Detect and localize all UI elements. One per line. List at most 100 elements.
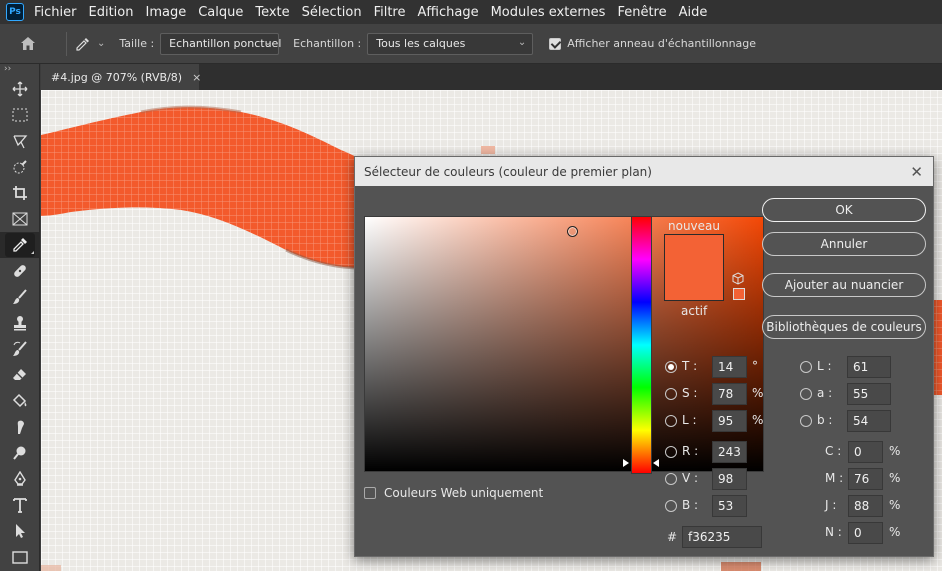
menu-filtre[interactable]: Filtre xyxy=(374,5,406,20)
lab-b-field[interactable]: 54 xyxy=(847,410,891,432)
smudge-tool[interactable] xyxy=(0,414,40,440)
dodge-icon xyxy=(13,446,26,460)
blue-field[interactable]: 53 xyxy=(712,495,747,517)
ok-button[interactable]: OK xyxy=(762,198,926,222)
menu-fichier[interactable]: Fichier xyxy=(34,5,77,20)
lab-l-field[interactable]: 61 xyxy=(847,356,891,378)
web-safe-swatch[interactable] xyxy=(733,288,745,300)
home-icon[interactable] xyxy=(18,34,38,54)
hue-slider-handle-right[interactable] xyxy=(653,459,659,467)
paint-bucket-icon xyxy=(12,393,27,408)
photoshop-logo: Ps xyxy=(6,3,24,21)
lab-a-radio[interactable] xyxy=(800,388,812,400)
sample-size-select[interactable]: Echantillon ponctuel ⌄ xyxy=(160,32,281,55)
crop-icon xyxy=(13,186,27,200)
saturation-radio[interactable] xyxy=(665,388,677,400)
move-tool[interactable] xyxy=(0,76,40,102)
stamp-tool[interactable] xyxy=(0,310,40,336)
brightness-unit: % xyxy=(752,413,764,427)
path-select-tool[interactable] xyxy=(0,518,40,544)
menu-texte[interactable]: Texte xyxy=(255,5,289,20)
smudge-icon xyxy=(17,420,24,434)
brush-icon xyxy=(13,289,27,304)
eyedropper-tool[interactable] xyxy=(0,232,40,258)
cyan-field[interactable]: 0 xyxy=(848,441,883,463)
menu-edition[interactable]: Edition xyxy=(89,5,134,20)
brush-tool[interactable] xyxy=(0,284,40,310)
magenta-field[interactable]: 76 xyxy=(848,468,883,490)
eyedropper-preset-icon[interactable]: ⌄ xyxy=(75,36,105,52)
menu-aide[interactable]: Aide xyxy=(679,5,708,20)
menu-calque[interactable]: Calque xyxy=(198,5,243,20)
rectangle-icon xyxy=(12,551,28,564)
cancel-button[interactable]: Annuler xyxy=(762,232,926,256)
dialog-title: Sélecteur de couleurs (couleur de premie… xyxy=(364,164,652,179)
pen-tool[interactable] xyxy=(0,466,40,492)
close-tab-icon[interactable]: × xyxy=(192,71,201,84)
web-colors-only[interactable]: Couleurs Web uniquement xyxy=(364,486,543,500)
move-icon xyxy=(12,81,28,97)
healing-tool[interactable] xyxy=(0,258,40,284)
lab-a-label: a : xyxy=(817,386,833,400)
lab-l-radio[interactable] xyxy=(800,361,812,373)
rectangle-tool[interactable] xyxy=(0,544,40,570)
web-safe-cube-icon[interactable] xyxy=(732,272,744,285)
tools-panel: ›› xyxy=(0,64,40,571)
menu-affichage[interactable]: Affichage xyxy=(418,5,479,20)
color-libraries-button[interactable]: Bibliothèques de couleurs xyxy=(762,315,926,339)
brightness-radio[interactable] xyxy=(665,415,677,427)
paint-bucket-tool[interactable] xyxy=(0,388,40,414)
chevron-down-icon: ⌄ xyxy=(517,36,527,48)
hue-slider[interactable] xyxy=(631,216,652,474)
dodge-tool[interactable] xyxy=(0,440,40,466)
green-radio[interactable] xyxy=(665,473,677,485)
document-tab[interactable]: #4.jpg @ 707% (RVB/8) × xyxy=(41,64,201,90)
green-field[interactable]: 98 xyxy=(712,468,747,490)
lab-b-radio[interactable] xyxy=(800,415,812,427)
type-icon xyxy=(13,498,27,513)
red-field[interactable]: 243 xyxy=(712,441,747,463)
current-color-swatch[interactable] xyxy=(665,268,723,300)
history-brush-tool[interactable] xyxy=(0,336,40,362)
crop-tool[interactable] xyxy=(0,180,40,206)
color-field-marker[interactable] xyxy=(567,226,578,237)
close-icon[interactable]: ✕ xyxy=(910,163,923,181)
hue-field[interactable]: 14 xyxy=(712,356,747,378)
menu-modules-externes[interactable]: Modules externes xyxy=(491,5,606,20)
yellow-unit: % xyxy=(889,498,901,512)
show-ring-checkbox[interactable] xyxy=(549,37,562,50)
saturation-unit: % xyxy=(752,386,764,400)
marquee-tool[interactable] xyxy=(0,102,40,128)
show-ring-label: Afficher anneau d'échantillonnage xyxy=(567,37,757,50)
yellow-field[interactable]: 88 xyxy=(848,495,883,517)
tool-group-indicator xyxy=(31,251,34,254)
collapse-panel-icon[interactable]: ›› xyxy=(0,64,39,76)
red-radio[interactable] xyxy=(665,446,677,458)
lasso-tool[interactable] xyxy=(0,128,40,154)
healing-icon xyxy=(14,265,26,277)
stamp-icon xyxy=(14,316,26,331)
menu-fenetre[interactable]: Fenêtre xyxy=(617,5,666,20)
saturation-field[interactable]: 78 xyxy=(712,383,747,405)
menu-selection[interactable]: Sélection xyxy=(302,5,362,20)
sample-layers-value: Tous les calques xyxy=(376,37,466,50)
quick-select-icon xyxy=(13,160,27,174)
new-color-swatch xyxy=(665,235,723,268)
frame-tool[interactable] xyxy=(0,206,40,232)
type-tool[interactable] xyxy=(0,492,40,518)
brightness-field[interactable]: 95 xyxy=(712,410,747,432)
add-to-swatches-button[interactable]: Ajouter au nuancier xyxy=(762,273,926,297)
lab-a-field[interactable]: 55 xyxy=(847,383,891,405)
web-colors-checkbox[interactable] xyxy=(364,487,376,499)
hue-slider-handle-left[interactable] xyxy=(623,459,629,467)
menu-image[interactable]: Image xyxy=(145,5,186,20)
sample-layers-select[interactable]: Tous les calques ⌄ xyxy=(367,32,534,55)
quick-select-tool[interactable] xyxy=(0,154,40,180)
black-field[interactable]: 0 xyxy=(848,522,883,544)
hue-radio[interactable] xyxy=(665,361,677,373)
hex-label: # xyxy=(667,530,678,544)
blue-radio[interactable] xyxy=(665,500,677,512)
eraser-tool[interactable] xyxy=(0,362,40,388)
hex-field[interactable]: f36235 xyxy=(682,526,762,548)
cyan-unit: % xyxy=(889,444,901,458)
